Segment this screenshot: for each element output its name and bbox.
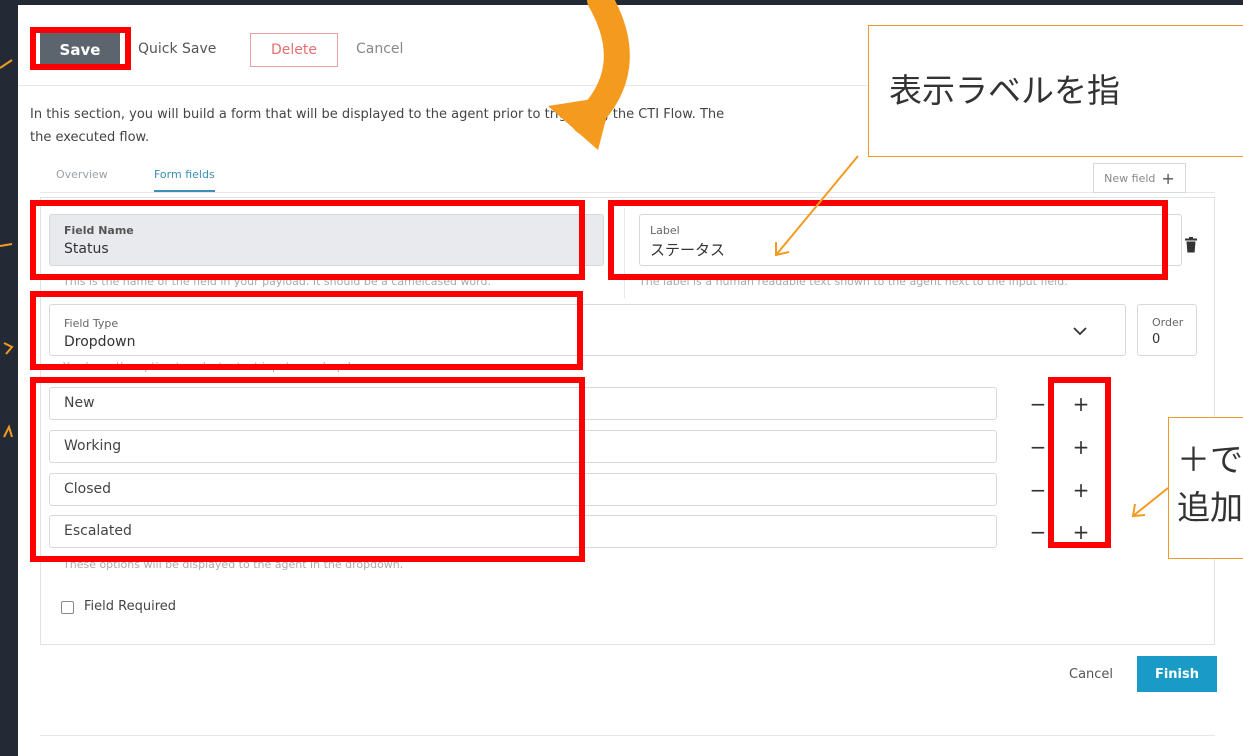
annotation-arrows xyxy=(0,0,1169,518)
left-arrow-tip-icon xyxy=(0,59,13,69)
left-arrow-tip-icon xyxy=(3,342,14,355)
left-arrow-tip-icon xyxy=(3,424,13,438)
plus-pointer-arrow-icon xyxy=(1132,487,1169,517)
left-arrow-tip-icon xyxy=(0,243,13,247)
curved-arrow-head-icon xyxy=(548,96,612,150)
label-pointer-arrow-icon xyxy=(775,155,859,256)
